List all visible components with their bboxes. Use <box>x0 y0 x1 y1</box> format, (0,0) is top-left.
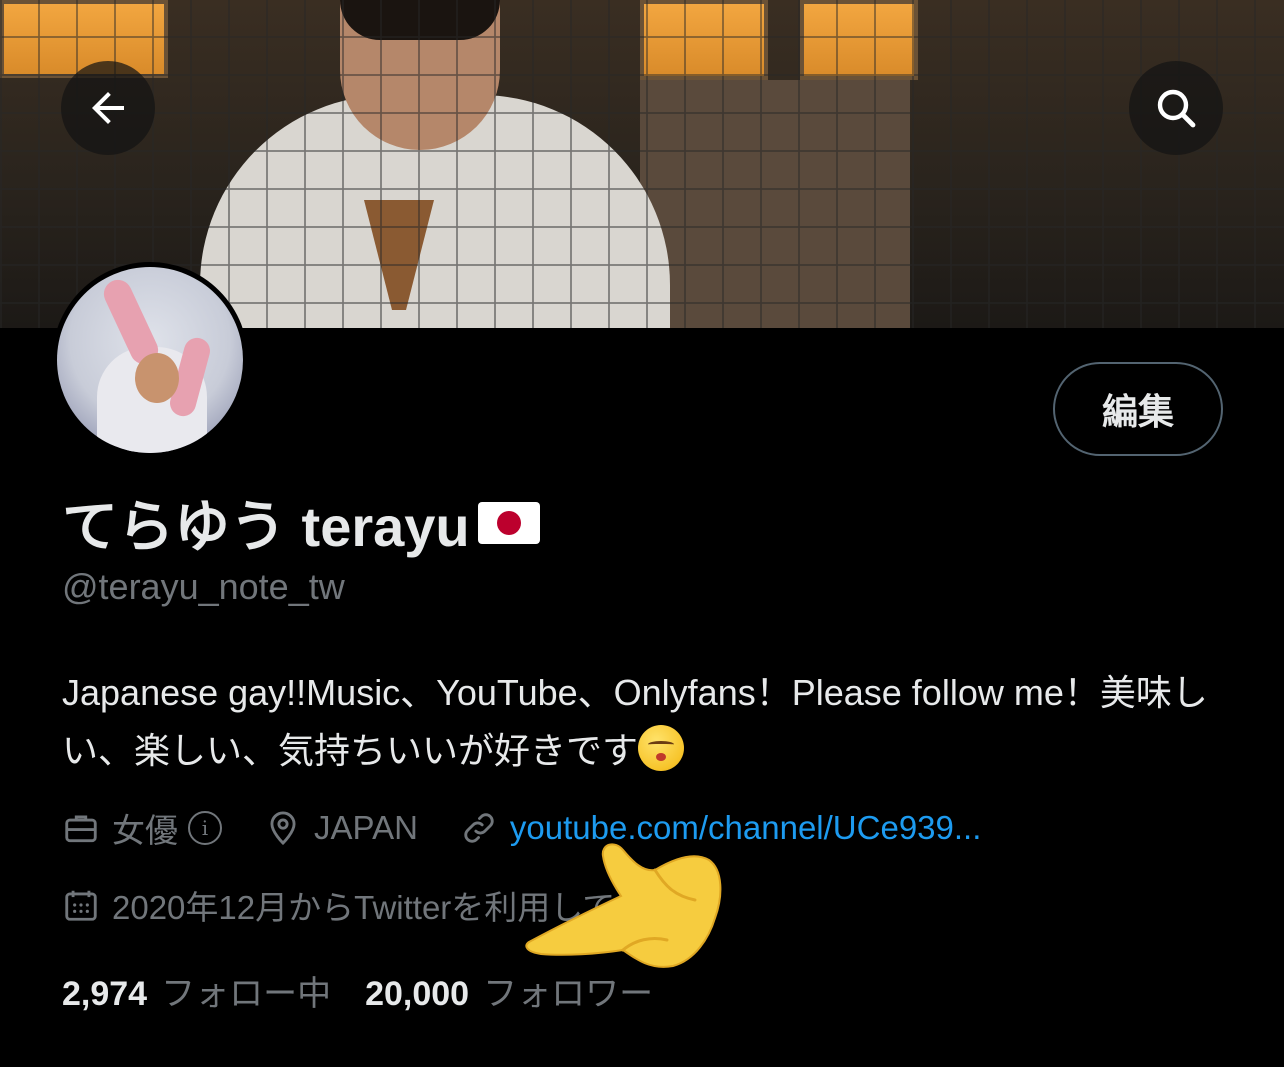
briefcase-icon <box>65 815 97 843</box>
followers-count: 20,000 <box>365 975 470 1013</box>
followers-link[interactable]: 20,000 フォロワー <box>365 966 687 1015</box>
arrow-left-icon <box>92 92 124 124</box>
location-label: JAPAN <box>314 809 418 846</box>
following-label: フォロー中 <box>161 975 332 1013</box>
profile-location: JAPAN <box>264 809 418 847</box>
profile-bio: Japanese gay!!Music、YouTube、Onlyfans！Ple… <box>62 664 1222 780</box>
following-count: 2,974 <box>62 975 148 1013</box>
edit-profile-button[interactable]: 編集 <box>1053 362 1223 456</box>
profile-category[interactable]: 女優 i <box>62 804 222 852</box>
display-name: てらゆう terayu <box>62 482 540 563</box>
avatar[interactable] <box>52 262 248 458</box>
follow-stats: 2,974 フォロー中 20,000 フォロワー <box>62 966 687 1015</box>
info-icon[interactable]: i <box>188 811 222 845</box>
followers-label: フォロワー <box>483 975 654 1013</box>
user-handle: @terayu_note_tw <box>62 566 345 607</box>
link-icon <box>464 813 494 843</box>
avatar-face <box>135 353 179 403</box>
calendar-icon <box>65 890 97 921</box>
category-label: 女優 <box>112 812 178 849</box>
kissing-face-emoji <box>638 725 685 771</box>
bio-text: Japanese gay!!Music、YouTube、Onlyfans！Ple… <box>62 672 1208 771</box>
display-name-text: てらゆう terayu <box>62 495 470 558</box>
search-button[interactable] <box>1129 61 1223 155</box>
back-button[interactable] <box>61 61 155 155</box>
following-link[interactable]: 2,974 フォロー中 <box>62 966 365 1015</box>
japan-flag-icon <box>477 501 540 544</box>
pointing-hand-emoji <box>525 843 722 968</box>
location-pin-icon <box>270 811 296 846</box>
search-icon <box>1157 89 1196 128</box>
